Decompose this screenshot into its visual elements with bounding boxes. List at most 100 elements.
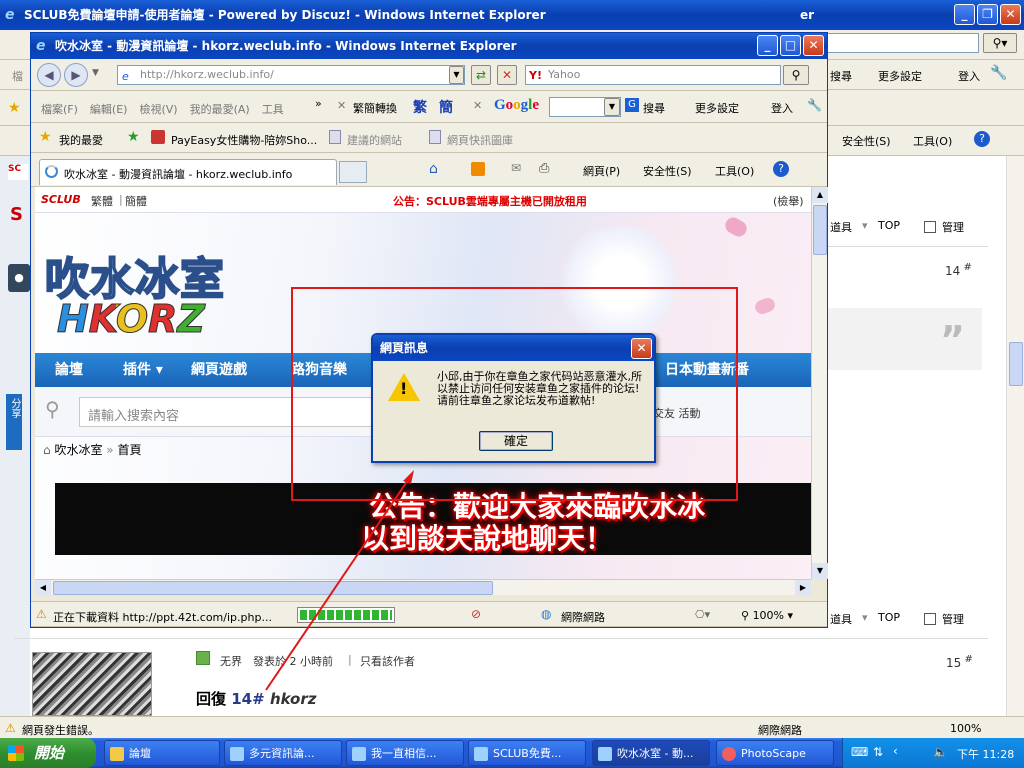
menu-item-3[interactable]: 我的最愛(A) [190,103,250,116]
dialog-ok-button[interactable]: 確定 [479,431,553,451]
front-window-titlebar[interactable]: e 吹水冰室 - 動漫資訊論壇 - hkorz.weclub.info - Wi… [31,33,827,59]
task-believe[interactable]: 我一直相信... [346,740,464,766]
back-login[interactable]: 登入 [958,68,980,84]
network-icon[interactable]: ⇅ [873,745,883,759]
mail-icon[interactable]: ✉ [511,161,521,175]
scroll-down-arrow[interactable]: ▼ [812,563,828,579]
author-avatar[interactable] [32,652,152,716]
home-breadcrumb-icon[interactable]: ⌂ [43,443,51,457]
back-status-error[interactable]: 網頁發生錯誤。 [22,722,99,738]
cmd-safety-menu[interactable]: 安全性(S) [643,163,692,179]
minimize-button[interactable]: _ [954,4,975,25]
magnifier-icon[interactable]: ⚲ [45,397,60,421]
front-close-button[interactable]: ✕ [803,35,824,56]
reply-user[interactable]: hkorz [270,690,317,708]
close-toolbar-icon[interactable]: ✕ [337,99,346,112]
start-button[interactable]: 開始 [0,738,96,768]
active-tab[interactable]: 吹水冰室 - 動漫資訊論壇 - hkorz.weclub.info [39,159,337,185]
forward-nav-button[interactable]: ▶ [64,63,88,87]
back-search-input[interactable] [825,33,979,53]
volume-icon[interactable]: 🔈 [933,745,948,759]
front-more-settings[interactable]: 更多設定 [695,100,739,116]
cmd-tools-menu[interactable]: 工具(O) [715,163,754,179]
front-login[interactable]: 登入 [771,100,793,116]
back-chat-icon[interactable]: ● [8,264,30,292]
front-status-zoom[interactable]: ⚲ 100% ▾ [741,609,793,622]
task-forum[interactable]: 論壇 [104,740,220,766]
favorites-button[interactable]: 我的最愛 [59,132,103,148]
nav-forum[interactable]: 論壇 [55,353,83,387]
close-google-icon[interactable]: ✕ [473,99,482,112]
back-status-zoom[interactable]: 100% [950,722,981,735]
task-sclub[interactable]: SCLUB免費... [468,740,586,766]
scroll-right-arrow[interactable]: ▶ [795,580,811,596]
chevron-right-icon[interactable]: » [315,97,322,110]
front-minimize-button[interactable]: _ [757,35,778,56]
post-tools-2[interactable]: 道具 [830,611,852,627]
task-hkorz[interactable]: 吹水冰室 - 動... [592,740,710,766]
fav-link-webslice[interactable]: 網頁快訊圖庫 [447,132,513,148]
rss-icon[interactable] [471,162,485,176]
warning-icon[interactable]: ⚠ [5,721,16,735]
close-button[interactable]: ✕ [1000,4,1021,25]
protected-mode-icon[interactable]: ⎔▾ [695,608,710,621]
simp-button[interactable]: 簡 [439,97,453,117]
history-dropdown-icon[interactable]: ▼ [92,68,99,78]
privacy-icon[interactable]: ⊘ [471,607,481,621]
front-scroll-thumb[interactable] [813,205,827,255]
cmd-page-menu[interactable]: 網頁(P) [583,163,620,179]
author-name[interactable]: 无界 [220,653,242,669]
print-icon[interactable]: ⎙ [539,161,549,176]
nav-web-games[interactable]: 網頁遊戲 [191,353,247,387]
fav-star-icon[interactable]: ★ [39,129,52,145]
back-scrollbar[interactable] [1006,156,1024,716]
dialog-close-button[interactable]: ✕ [631,338,652,359]
front-wrench-icon[interactable]: 🔧 [807,98,822,112]
back-tools-menu[interactable]: 工具(O) [913,133,952,149]
report-link[interactable]: (檢舉) [773,193,804,209]
back-search-button[interactable]: 搜尋 [830,68,852,84]
front-url-input[interactable]: e http://hkorz.weclub.info/ [117,65,465,85]
task-multi-info[interactable]: 多元資訊論... [224,740,342,766]
post-manage[interactable]: 管理 [924,219,964,235]
restore-button[interactable]: ❐ [977,4,998,25]
cmd-help-icon[interactable]: ? [773,161,789,177]
fav-link-suggested[interactable]: 建議的網站 [347,132,402,148]
task-photoscape[interactable]: PhotoScape [716,740,834,766]
keyboard-icon[interactable]: ⌨ [851,745,868,759]
front-search-icon[interactable]: ⚲ [783,65,809,85]
back-more-settings[interactable]: 更多設定 [878,68,922,84]
scroll-left-arrow[interactable]: ◀ [35,580,51,596]
url-dropdown-icon[interactable]: ▼ [449,66,464,84]
google-search-button[interactable]: 搜尋 [643,100,665,116]
google-dropdown-icon[interactable]: ▼ [604,98,620,116]
back-window-titlebar[interactable]: e SCLUB免費論壇申請-使用者論壇 - Powered by Discuz!… [0,0,1024,30]
sclub-logo[interactable]: SCLUB [41,193,81,206]
back-safety-menu[interactable]: 安全性(S) [842,133,891,149]
menu-item-4[interactable]: 工具 [262,103,284,116]
post-top[interactable]: TOP [878,219,900,232]
trad-button[interactable]: 繁 [413,97,427,117]
post-top-2[interactable]: TOP [878,611,900,624]
home-icon[interactable]: ⌂ [429,161,438,177]
share-button[interactable]: 分享 [6,394,22,450]
help-icon[interactable]: ? [974,131,990,147]
announcement-link[interactable]: 公告：SCLUB雲端專屬主機已開放租用 [393,193,587,209]
tray-arrow-icon[interactable]: ‹ [893,744,898,758]
lang-trad-link[interactable]: 繁體 [91,193,113,209]
scroll-up-arrow[interactable]: ▲ [812,187,828,203]
new-tab-button[interactable] [339,161,367,183]
post-manage-2[interactable]: 管理 [924,611,964,627]
front-warning-icon[interactable]: ⚠ [36,607,47,621]
view-author-only-link[interactable]: 只看該作者 [360,653,415,669]
back-menu-file[interactable]: 檔 [12,68,23,84]
back-search-icon[interactable]: ⚲▾ [983,33,1017,53]
favorites-star-icon[interactable]: ★ [8,100,21,116]
stop-icon[interactable]: ✕ [497,65,517,85]
menu-item-1[interactable]: 編輯(E) [90,103,128,116]
menu-item-0[interactable]: 檔案(F) [41,103,78,116]
wrench-icon[interactable]: 🔧 [990,65,1007,81]
back-nav-button[interactable]: ◀ [37,63,61,87]
front-vscrollbar[interactable]: ▲ ▼ [811,187,828,579]
menu-item-2[interactable]: 檢視(V) [139,103,177,116]
